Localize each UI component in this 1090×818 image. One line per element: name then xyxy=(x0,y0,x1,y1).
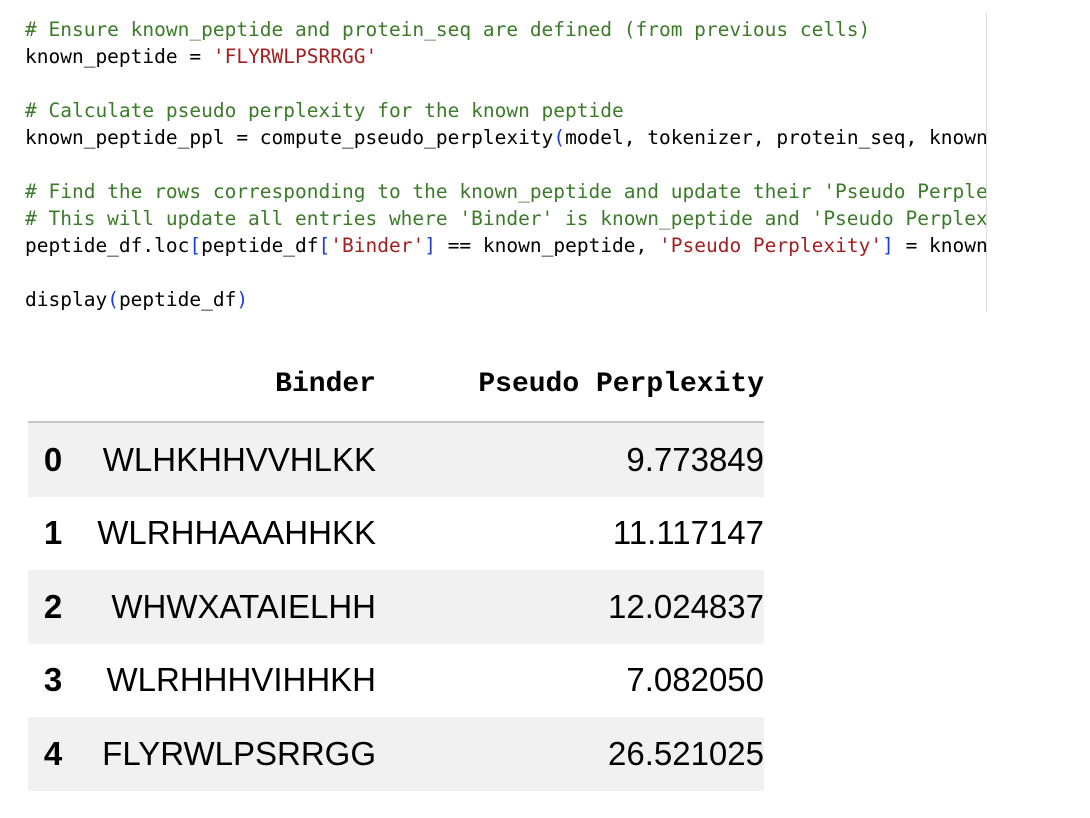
code-token: [ xyxy=(318,234,331,257)
binder-cell: WLRHHHVIHHKH xyxy=(106,661,376,699)
code-token: peptide_df xyxy=(201,234,319,257)
binder-cell: WLHKHHVVHLKK xyxy=(102,440,376,478)
code-token: == known_peptide, xyxy=(435,234,660,257)
code-token: known_peptide_ppl = compute_pseudo_perpl… xyxy=(25,126,554,149)
code-token: = known_pept xyxy=(905,234,986,257)
code-token: # Calculate pseudo perplexity for the kn… xyxy=(25,99,624,122)
code-token: 'Pseudo Perplexity' xyxy=(659,234,883,257)
code-token: ] xyxy=(882,234,894,257)
table-row: 4 FLYRWLPSRRGG 26.521025 xyxy=(28,717,764,791)
code-line: # Find the rows corresponding to the kno… xyxy=(25,178,986,205)
code-token: ( xyxy=(553,126,566,149)
table-row: 2 WHWXATAIELHH 12.024837 xyxy=(28,570,764,644)
code-token: 'Binder' xyxy=(330,234,425,257)
code-token: # Find the rows corresponding to the kno… xyxy=(25,180,986,203)
code-token: # This will update all entries where 'Bi… xyxy=(25,207,986,230)
cell-right-border xyxy=(986,14,987,312)
code-token: peptide_df xyxy=(118,288,237,311)
code-token: 'FLYRWLPSRRGG' xyxy=(212,45,378,68)
perplexity-cell: 7.082050 xyxy=(626,661,764,699)
code-token: ] xyxy=(424,234,436,257)
code-line: peptide_df.loc[peptide_df['Binder'] == k… xyxy=(25,232,986,259)
row-index: 4 xyxy=(43,734,63,772)
code-token: [ xyxy=(189,234,202,257)
code-line: # This will update all entries where 'Bi… xyxy=(25,205,986,232)
header-row: Binder Pseudo Perplexity xyxy=(28,348,764,423)
code-line: known_peptide_ppl = compute_pseudo_perpl… xyxy=(25,124,986,151)
row-index: 1 xyxy=(43,514,63,552)
pseudo-perplexity-header: Pseudo Perplexity xyxy=(376,348,764,423)
binder-cell: WHWXATAIELHH xyxy=(111,587,376,625)
table-row: 3 WLRHHHVIHHKH 7.082050 xyxy=(28,644,764,718)
perplexity-cell: 11.117147 xyxy=(612,514,764,552)
code-cell[interactable]: # Ensure known_peptide and protein_seq a… xyxy=(0,0,986,312)
binder-cell: FLYRWLPSRRGG xyxy=(102,734,376,772)
row-index: 2 xyxy=(43,587,63,625)
code-line: known_peptide = 'FLYRWLPSRRGG' xyxy=(25,43,986,70)
table-row: 0 WLHKHHVVHLKK 9.773849 xyxy=(28,422,764,497)
index-header xyxy=(28,348,78,423)
code-line: # Ensure known_peptide and protein_seq a… xyxy=(25,16,986,43)
code-token: model, tokenizer, protein_seq, known_pep… xyxy=(565,126,986,149)
code-token: ) xyxy=(236,288,249,311)
code-line: # Calculate pseudo perplexity for the kn… xyxy=(25,97,986,124)
code-token: ( xyxy=(107,288,119,311)
perplexity-cell: 12.024837 xyxy=(608,587,764,625)
binder-cell: WLRHHAAAHHKK xyxy=(97,514,376,552)
binder-header: Binder xyxy=(78,348,376,423)
code-line: display(peptide_df) xyxy=(25,286,986,312)
row-index: 0 xyxy=(43,440,63,478)
code-token: peptide_df.loc xyxy=(25,234,190,257)
code-editor[interactable]: # Ensure known_peptide and protein_seq a… xyxy=(25,16,986,312)
dataframe-output: Binder Pseudo Perplexity 0 WLHKHHVVHLKK … xyxy=(28,348,764,791)
row-index: 3 xyxy=(43,661,63,699)
perplexity-cell: 26.521025 xyxy=(608,734,764,772)
code-token: display xyxy=(25,288,108,311)
table-row: 1 WLRHHAAAHHKK 11.117147 xyxy=(28,497,764,571)
code-token: # Ensure known_peptide and protein_seq a… xyxy=(25,18,871,41)
perplexity-cell: 9.773849 xyxy=(626,440,764,478)
code-token: known_peptide = xyxy=(25,45,213,68)
